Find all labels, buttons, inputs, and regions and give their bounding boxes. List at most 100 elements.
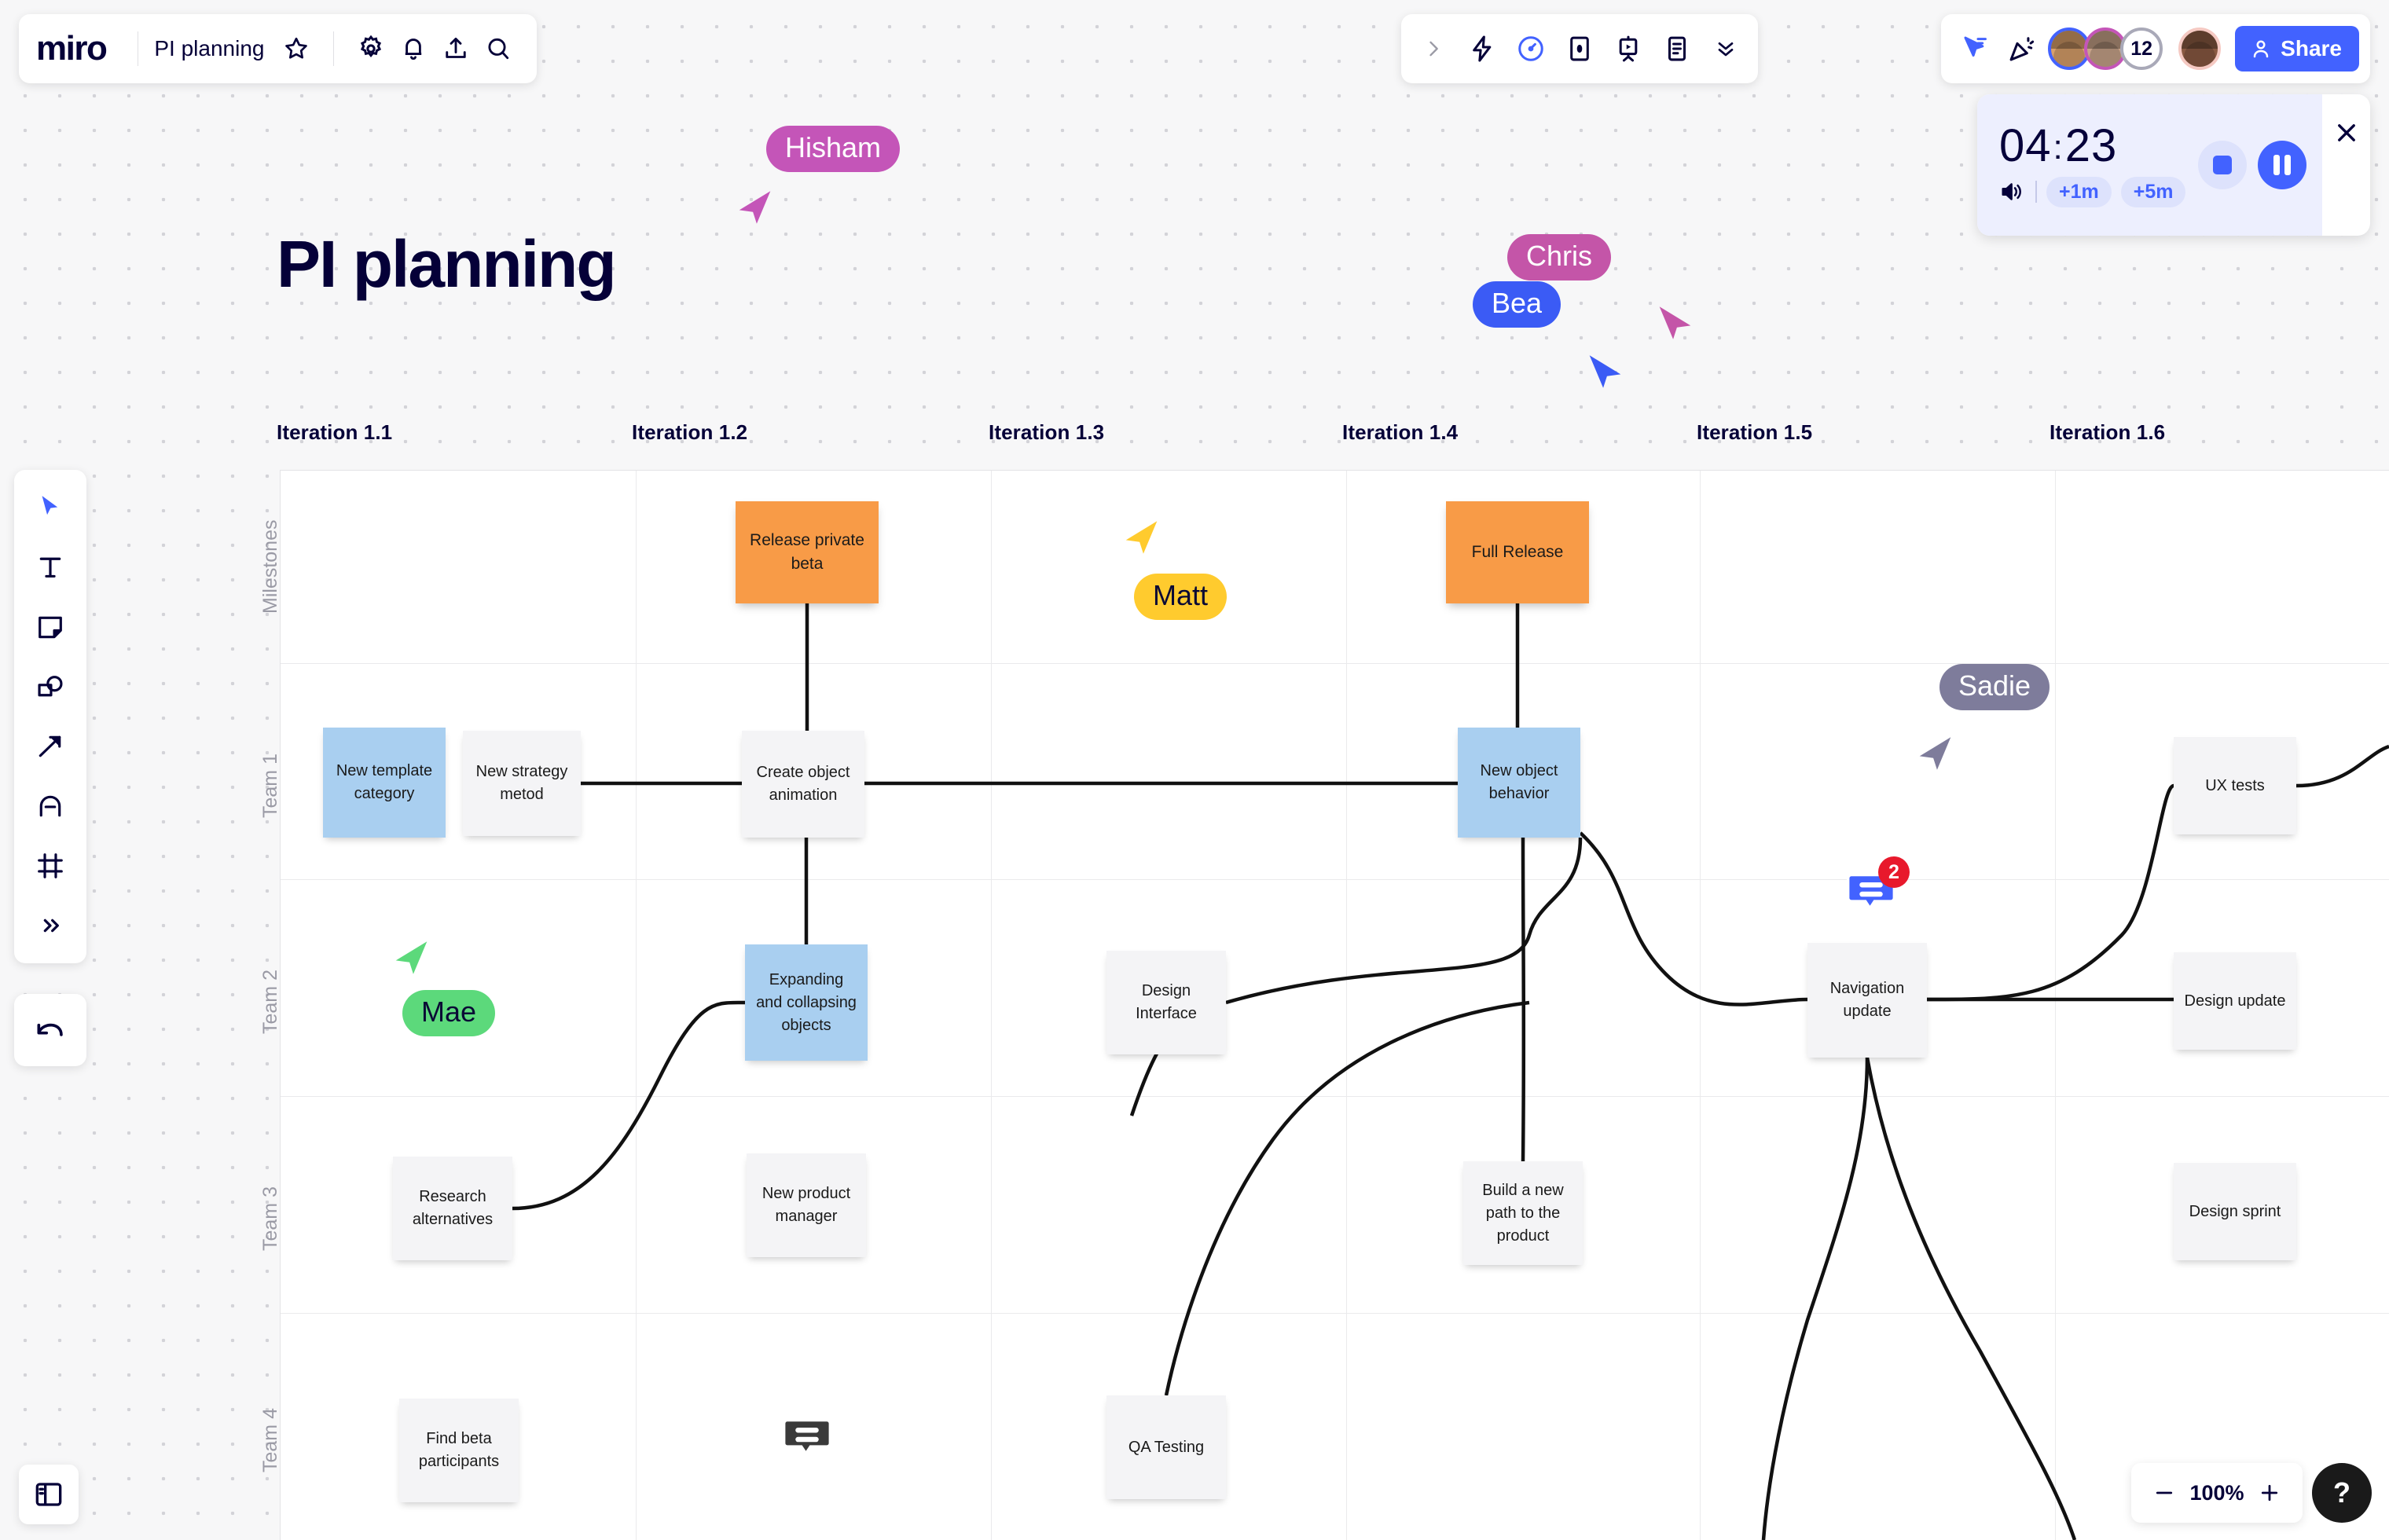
cursor-share-icon[interactable] [1954, 28, 1996, 70]
pen-tool[interactable] [24, 779, 77, 833]
shapes-tool[interactable] [24, 660, 77, 713]
column-header-2[interactable]: Iteration 1.2 [632, 420, 747, 445]
gear-icon[interactable] [350, 28, 392, 70]
page-title: PI planning [277, 226, 615, 302]
column-header-6[interactable]: Iteration 1.6 [2050, 420, 2165, 445]
share-label: Share [2281, 36, 2342, 61]
pause-icon[interactable] [2258, 141, 2306, 189]
timer-body: 04:23 +1m +5m [1977, 94, 2322, 236]
upload-icon[interactable] [435, 28, 477, 70]
sticky-card[interactable]: New object behavior [1458, 728, 1580, 838]
card-label: Design sprint [2189, 1201, 2281, 1223]
collaborator-name-pill: Matt [1134, 574, 1227, 620]
divider [2035, 181, 2037, 203]
collaborator-count[interactable]: 12 [2120, 28, 2163, 70]
row-label-2[interactable]: Team 1 [259, 754, 282, 818]
collaborator-name-pill: Hisham [766, 126, 900, 172]
speedometer-icon[interactable] [1510, 28, 1552, 70]
close-icon[interactable] [2322, 94, 2370, 236]
sticky-card[interactable]: QA Testing [1106, 1395, 1226, 1499]
sticky-card[interactable]: Find beta participants [399, 1399, 519, 1502]
collaborator-name-pill: Bea [1473, 281, 1561, 328]
collaborator-name-pill: Chris [1507, 234, 1611, 280]
arrow-tool[interactable] [24, 720, 77, 773]
column-header-1[interactable]: Iteration 1.1 [277, 420, 392, 445]
card-media-icon[interactable] [1558, 28, 1601, 70]
sticky-card[interactable]: Create object animation [742, 731, 864, 838]
sound-on-icon[interactable] [1999, 180, 2026, 204]
app-bar: miro PI planning [19, 14, 537, 83]
zoom-level: 100% [2188, 1481, 2246, 1505]
double-chevron-down-icon[interactable] [1705, 28, 1747, 70]
card-label: Design update [2185, 990, 2286, 1013]
row-label-5[interactable]: Team 4 [259, 1408, 282, 1472]
zoom-control: 100% [2131, 1463, 2303, 1523]
document-icon[interactable] [1656, 28, 1698, 70]
sticky-card[interactable]: Expanding and collapsing objects [745, 944, 868, 1061]
sticky-card[interactable]: Design sprint [2174, 1163, 2296, 1260]
search-icon[interactable] [477, 28, 519, 70]
row-label-1[interactable]: Milestones [259, 519, 282, 614]
share-button[interactable]: Share [2235, 26, 2359, 72]
sticky-card[interactable]: New template category [323, 728, 446, 838]
board-name[interactable]: PI planning [154, 36, 264, 61]
sticky-card[interactable]: Build a new path to the product [1463, 1161, 1583, 1265]
sticky-card[interactable]: Design Interface [1106, 951, 1226, 1054]
card-label: Navigation update [1817, 977, 1917, 1023]
card-label: Build a new path to the product [1473, 1179, 1573, 1248]
card-label: Design Interface [1116, 980, 1217, 1025]
card-label: UX tests [2205, 775, 2265, 798]
center-toolbar [1401, 14, 1758, 83]
text-tool[interactable] [24, 541, 77, 594]
star-icon[interactable] [275, 28, 317, 70]
tool-rail [14, 470, 86, 963]
card-label: New object behavior [1467, 760, 1571, 805]
sticky-note-tool[interactable] [24, 600, 77, 654]
column-header-3[interactable]: Iteration 1.3 [989, 420, 1104, 445]
timer-playback-controls [2198, 141, 2322, 189]
card-label: QA Testing [1128, 1436, 1204, 1459]
collaborator-name-pill: Mae [402, 990, 495, 1036]
divider [333, 31, 334, 66]
more-tools[interactable] [24, 899, 77, 952]
frame-tool[interactable] [24, 839, 77, 893]
sticky-card[interactable]: UX tests [2174, 737, 2296, 834]
timer-seconds: 23 [2065, 120, 2118, 171]
timer-left: 04:23 +1m +5m [1999, 123, 2185, 207]
sticky-card[interactable]: New strategy metod [463, 731, 581, 836]
collaborator-name-pill: Sadie [1939, 664, 2050, 710]
miro-logo[interactable]: miro [36, 29, 106, 68]
bell-icon[interactable] [392, 28, 435, 70]
stop-icon[interactable] [2198, 141, 2247, 189]
lightning-icon[interactable] [1461, 28, 1503, 70]
sticky-card[interactable]: Full Release [1446, 501, 1589, 603]
card-label: Find beta participants [409, 1428, 509, 1473]
card-label: New template category [332, 760, 436, 805]
expand-chevron-icon[interactable] [1412, 28, 1455, 70]
column-header-4[interactable]: Iteration 1.4 [1342, 420, 1458, 445]
select-tool[interactable] [24, 481, 77, 534]
column-header-5[interactable]: Iteration 1.5 [1697, 420, 1812, 445]
zoom-in-button[interactable] [2251, 1474, 2288, 1512]
celebrate-icon[interactable] [2001, 28, 2043, 70]
comment-marker[interactable] [783, 1414, 831, 1467]
comment-marker[interactable]: 2 [1847, 869, 1895, 922]
add-five-minutes-button[interactable]: +5m [2121, 177, 2186, 207]
sticky-card[interactable]: Release private beta [736, 501, 879, 603]
zoom-out-button[interactable] [2145, 1474, 2183, 1512]
sticky-card[interactable]: Navigation update [1807, 943, 1927, 1058]
help-button[interactable]: ? [2312, 1463, 2372, 1523]
side-panel-toggle[interactable] [19, 1465, 79, 1524]
timer-widget: 04:23 +1m +5m [1977, 94, 2370, 236]
sticky-card[interactable]: New product manager [747, 1153, 866, 1257]
sticky-card[interactable]: Design update [2174, 952, 2296, 1050]
undo-button[interactable] [14, 994, 86, 1066]
presentation-icon[interactable] [1607, 28, 1650, 70]
row-label-4[interactable]: Team 3 [259, 1186, 282, 1251]
card-label: Full Release [1472, 541, 1564, 564]
planning-grid [280, 470, 2389, 1540]
sticky-card[interactable]: Research alternatives [393, 1157, 512, 1260]
row-label-3[interactable]: Team 2 [259, 970, 282, 1034]
add-one-minute-button[interactable]: +1m [2046, 177, 2112, 207]
avatar[interactable] [2178, 28, 2221, 70]
